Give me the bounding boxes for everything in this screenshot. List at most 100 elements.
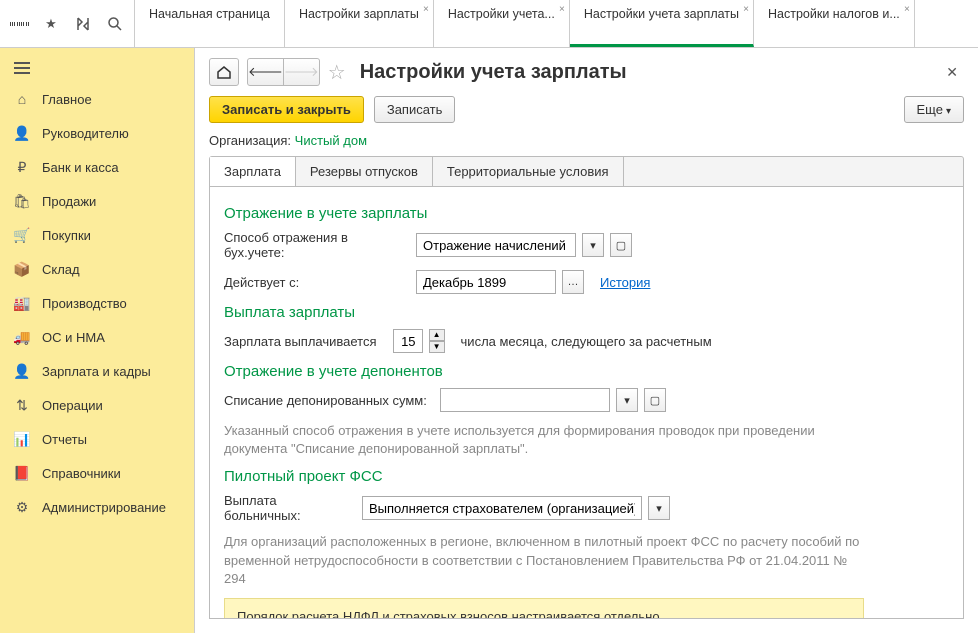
sidebar-item-label: Отчеты	[42, 432, 87, 447]
reflection-open-button[interactable]: ▢	[610, 233, 632, 257]
save-and-close-button[interactable]: Записать и закрыть	[209, 96, 364, 123]
deponent-dropdown-button[interactable]: ▾	[616, 388, 638, 412]
sidebar-item-10[interactable]: 📊 Отчеты	[0, 422, 194, 456]
forward-button[interactable]: 🡒	[284, 58, 320, 86]
payment-after-label: числа месяца, следующего за расчетным	[461, 334, 712, 349]
top-tab-2[interactable]: Настройки учета... ×	[434, 0, 570, 47]
payment-day-input[interactable]	[393, 329, 423, 353]
close-page-button[interactable]: ✕	[940, 64, 964, 81]
tab-title: Настройки зарплаты	[299, 6, 419, 22]
sidebar-item-label: Склад	[42, 262, 80, 277]
sidebar-item-label: Справочники	[42, 466, 121, 481]
ops-icon: ⇅	[14, 397, 30, 413]
book-icon: 📕	[14, 465, 30, 481]
deponent-note: Указанный способ отражения в учете испол…	[224, 422, 864, 458]
top-tab-3[interactable]: Настройки учета зарплаты ×	[570, 0, 754, 47]
sidebar-item-11[interactable]: 📕 Справочники	[0, 456, 194, 490]
subtab-1[interactable]: Резервы отпусков	[296, 157, 433, 186]
tab-title: Начальная страница	[149, 6, 270, 22]
sidebar-item-label: Зарплата и кадры	[42, 364, 151, 379]
sidebar-item-label: Покупки	[42, 228, 91, 243]
section-salary-payment: Выплата зарплаты	[224, 304, 949, 321]
action-row: Записать и закрыть Записать Еще▾	[195, 92, 978, 131]
organization-link[interactable]: Чистый дом	[295, 133, 367, 148]
person-icon: 👤	[14, 125, 30, 141]
section-fss: Пилотный проект ФСС	[224, 468, 949, 485]
sidebar-item-label: Администрирование	[42, 500, 166, 515]
sidebar: ⌂Главное 👤 Руководителю ₽Банк и касса 🛍 Прода…	[0, 48, 194, 633]
favorite-icon[interactable]: ☆	[328, 60, 346, 85]
reflection-input[interactable]	[416, 233, 576, 257]
deponent-input[interactable]	[440, 388, 610, 412]
highlight-text: Порядок расчета НДФЛ и страховых взносов…	[237, 609, 851, 619]
organization-label: Организация:	[209, 133, 291, 148]
search-icon[interactable]	[106, 15, 124, 33]
effective-input[interactable]	[416, 270, 556, 294]
sidebar-item-4[interactable]: 🛒 Покупки	[0, 218, 194, 252]
effective-picker-button[interactable]: …	[562, 270, 584, 294]
sick-label: Выплата больничных:	[224, 493, 356, 523]
highlight-box: Порядок расчета НДФЛ и страховых взносов…	[224, 598, 864, 619]
reflection-dropdown-button[interactable]: ▾	[582, 233, 604, 257]
save-button[interactable]: Записать	[374, 96, 456, 123]
top-tab-1[interactable]: Настройки зарплаты ×	[285, 0, 434, 47]
sidebar-toggle[interactable]	[0, 54, 194, 82]
tab-title: Настройки учета зарплаты	[584, 6, 739, 22]
sidebar-item-8[interactable]: 👤 Зарплата и кадры	[0, 354, 194, 388]
form-body: Отражение в учете зарплаты Способ отраже…	[209, 187, 964, 619]
home-icon: ⌂	[14, 91, 30, 107]
chart-icon: 📊	[14, 431, 30, 447]
bag-icon: 🛍	[14, 193, 30, 209]
sidebar-item-12[interactable]: ⚙Администрирование	[0, 490, 194, 524]
payment-day-stepper[interactable]: ▲▼	[429, 329, 445, 353]
user-icon: 👤	[14, 363, 30, 379]
sidebar-item-label: Продажи	[42, 194, 96, 209]
effective-label: Действует с:	[224, 275, 410, 290]
tab-title: Настройки учета...	[448, 6, 555, 22]
organization-row: Организация: Чистый дом	[195, 131, 978, 156]
truck-icon: 🚚	[14, 329, 30, 345]
top-tab-4[interactable]: Настройки налогов и... ×	[754, 0, 915, 47]
tab-title: Настройки налогов и...	[768, 6, 900, 22]
sick-input[interactable]	[362, 496, 642, 520]
top-bar: ★ Начальная страницаНастройки зарплаты×Н…	[0, 0, 978, 48]
ruble-icon: ₽	[14, 159, 30, 175]
subtab-2[interactable]: Территориальные условия	[433, 157, 624, 186]
section-deponent: Отражение в учете депонентов	[224, 363, 949, 380]
chevron-down-icon: ▾	[946, 106, 951, 117]
sidebar-item-9[interactable]: ⇅ Операции	[0, 388, 194, 422]
sidebar-item-7[interactable]: 🚚ОС и НМА	[0, 320, 194, 354]
deponent-open-button[interactable]: ▢	[644, 388, 666, 412]
top-tab-0[interactable]: Начальная страница	[135, 0, 285, 47]
tab-close-icon[interactable]: ×	[559, 4, 565, 15]
sidebar-item-0[interactable]: ⌂Главное	[0, 82, 194, 116]
page-toolbar: 🡐 🡒 ☆ Настройки учета зарплаты ✕	[195, 48, 978, 92]
back-button[interactable]: 🡐	[247, 58, 284, 86]
tab-strip: Начальная страницаНастройки зарплаты×Нас…	[135, 0, 978, 47]
sidebar-item-5[interactable]: 📦 Склад	[0, 252, 194, 286]
tab-close-icon[interactable]: ×	[904, 4, 910, 15]
sidebar-item-6[interactable]: 🏭Производство	[0, 286, 194, 320]
sidebar-item-1[interactable]: 👤 Руководителю	[0, 116, 194, 150]
cart-icon: 🛒	[14, 227, 30, 243]
top-icon-group: ★	[0, 0, 135, 47]
subtab-0[interactable]: Зарплата	[210, 157, 296, 186]
payment-label: Зарплата выплачивается	[224, 334, 377, 349]
tab-close-icon[interactable]: ×	[743, 4, 749, 15]
subtabs: ЗарплатаРезервы отпусковТерриториальные …	[209, 156, 964, 187]
star-icon[interactable]: ★	[42, 15, 60, 33]
more-button[interactable]: Еще▾	[904, 96, 964, 123]
sidebar-item-3[interactable]: 🛍 Продажи	[0, 184, 194, 218]
sidebar-item-label: Операции	[42, 398, 103, 413]
sidebar-item-2[interactable]: ₽Банк и касса	[0, 150, 194, 184]
home-button[interactable]	[209, 58, 239, 86]
reflection-label: Способ отражения в бух.учете:	[224, 230, 410, 260]
content-area: 🡐 🡒 ☆ Настройки учета зарплаты ✕ Записат…	[194, 48, 978, 633]
sidebar-item-label: Руководителю	[42, 126, 129, 141]
tab-close-icon[interactable]: ×	[423, 4, 429, 15]
apps-icon[interactable]	[10, 15, 28, 33]
box-icon: 📦	[14, 261, 30, 277]
history-link[interactable]: История	[600, 275, 650, 290]
sick-dropdown-button[interactable]: ▾	[648, 496, 670, 520]
history-icon[interactable]	[74, 15, 92, 33]
